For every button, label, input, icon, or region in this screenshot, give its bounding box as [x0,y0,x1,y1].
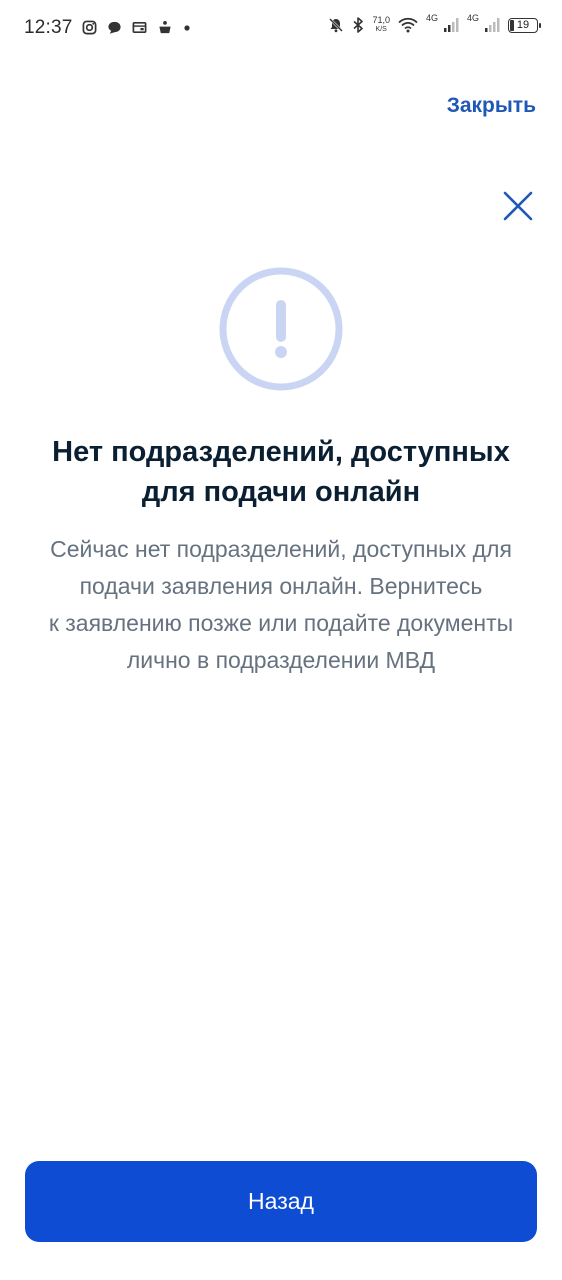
status-time: 12:37 [24,17,73,38]
description-line: к заявлению позже или подайте документы [48,610,514,636]
net-speed-value: 71,0 [372,15,390,25]
description-line: лично в подразделении МВД [126,647,436,673]
alert-circle-icon [219,267,343,391]
chat-icon [108,21,121,34]
system-icons: 71,0 K/S 4G 4G 19 [328,13,541,34]
mute-icon [329,18,344,33]
battery-fill [510,19,514,31]
net-speed: 71,0 K/S [372,16,390,34]
signal-icon [485,18,500,32]
bluetooth-icon [353,17,364,33]
signal-icon [443,18,459,32]
battery-level: 19 [516,19,530,31]
description-line: подачи заявления онлайн. Вернитесь [79,573,483,599]
page-title: Нет подразделений, доступных для подачи … [20,432,542,512]
network-label-2: 4G [466,13,479,23]
network-label-1: 4G [425,13,438,23]
back-button[interactable]: Назад [25,1161,537,1242]
notification-icons [82,20,191,35]
close-link[interactable]: Закрыть [447,94,536,118]
wallet-icon [132,21,147,34]
cart-icon [159,20,171,34]
status-bar: 12:37 71,0 K/S 4G 4G 19 [0,0,562,56]
title-line: Нет подразделений, доступных [52,436,510,468]
instagram-icon [82,20,97,35]
battery-icon: 19 [508,17,541,33]
net-speed-unit: K/S [375,26,387,33]
description-line: Сейчас нет подразделений, доступных для [50,536,512,562]
title-line: для подачи онлайн [141,476,421,508]
description: Сейчас нет подразделений, доступных для … [18,531,544,679]
wifi-icon [398,17,418,33]
dot-icon [184,24,190,31]
close-icon[interactable] [500,188,536,224]
